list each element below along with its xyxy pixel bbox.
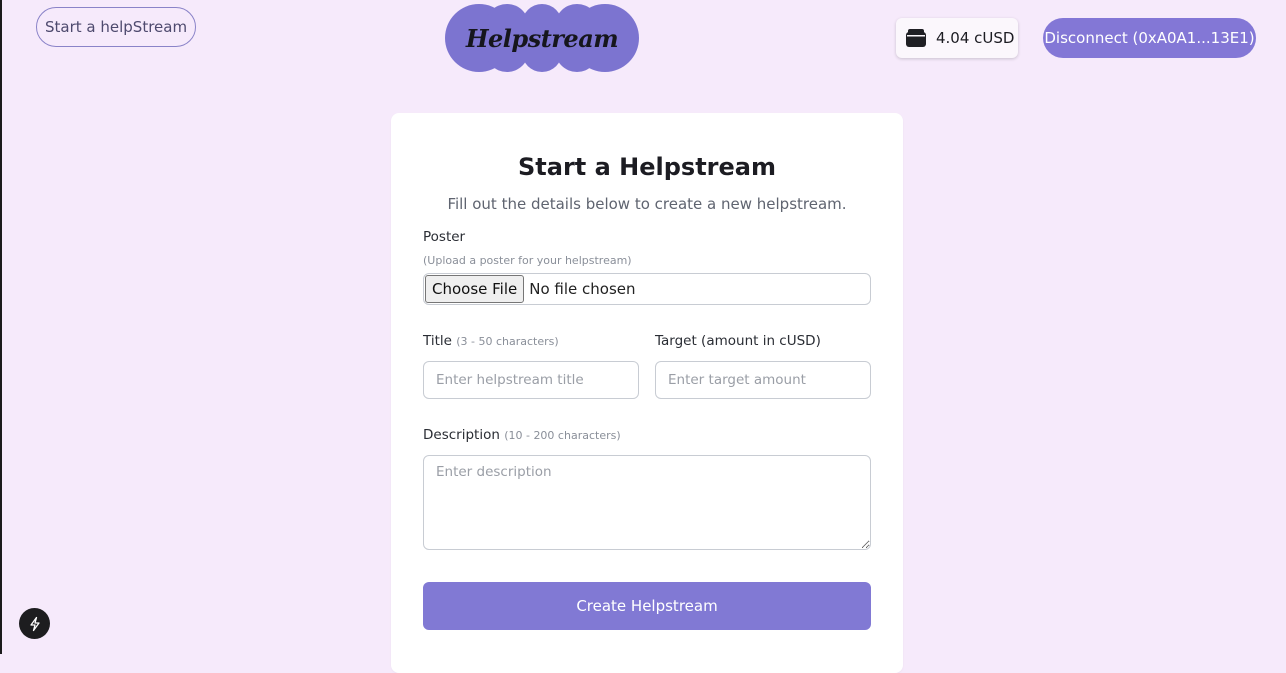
title-label: Title (3 - 50 characters) xyxy=(423,333,559,349)
wallet-icon xyxy=(906,29,926,47)
form-subtitle: Fill out the details below to create a n… xyxy=(447,195,847,213)
title-label-text: Title xyxy=(423,333,452,349)
poster-hint: (Upload a poster for your helpstream) xyxy=(423,254,632,267)
description-textarea[interactable] xyxy=(423,455,871,550)
poster-file-input[interactable]: Choose File No file chosen xyxy=(423,273,871,305)
start-helpstream-link-label: Start a helpStream xyxy=(45,18,188,36)
poster-label: Poster xyxy=(423,229,466,245)
create-helpstream-card: Start a Helpstream Fill out the details … xyxy=(391,113,903,673)
disconnect-button[interactable]: Disconnect (0xA0A1...13E1) xyxy=(1043,18,1256,58)
target-label: Target (amount in cUSD) xyxy=(655,333,821,349)
app-frame: Start a helpStream Helpstream 4.04 cUSD xyxy=(0,0,1286,673)
target-amount-input[interactable] xyxy=(655,361,871,399)
description-hint: (10 - 200 characters) xyxy=(504,429,621,442)
logo[interactable]: Helpstream xyxy=(445,4,639,72)
dev-tools-indicator[interactable] xyxy=(19,608,50,639)
start-helpstream-link[interactable]: Start a helpStream xyxy=(36,7,197,47)
file-status: No file chosen xyxy=(529,280,636,298)
wallet-balance: 4.04 cUSD xyxy=(896,18,1018,58)
disconnect-button-label: Disconnect (0xA0A1...13E1) xyxy=(1044,29,1255,47)
form-title: Start a Helpstream xyxy=(517,153,776,181)
balance-amount: 4.04 cUSD xyxy=(936,29,1015,47)
bolt-icon xyxy=(29,616,40,631)
title-hint: (3 - 50 characters) xyxy=(456,335,559,348)
description-label-text: Description xyxy=(423,427,500,443)
description-label: Description (10 - 200 characters) xyxy=(423,427,621,443)
create-helpstream-button-label: Create Helpstream xyxy=(576,597,718,615)
logo-text: Helpstream xyxy=(465,23,619,53)
create-helpstream-button[interactable]: Create Helpstream xyxy=(423,582,871,630)
title-input[interactable] xyxy=(423,361,639,399)
choose-file-button[interactable]: Choose File xyxy=(425,275,525,303)
